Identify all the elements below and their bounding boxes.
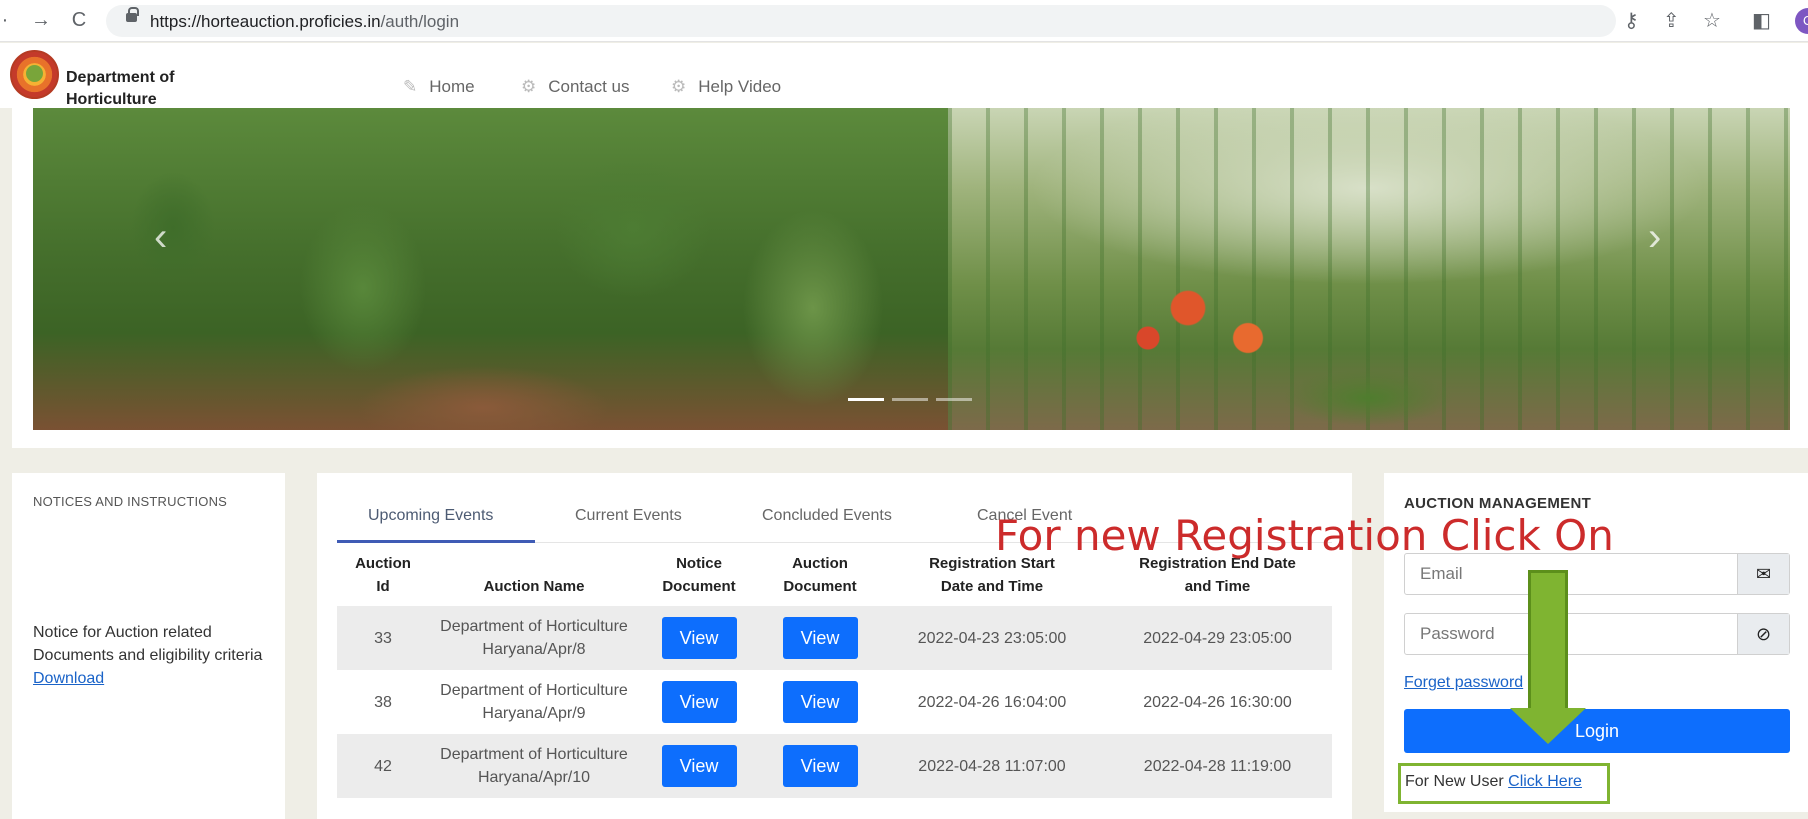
download-link[interactable]: Download	[33, 670, 104, 687]
login-button[interactable]: Login	[1404, 709, 1790, 753]
carousel-slide-image	[948, 108, 1790, 430]
lock-icon	[126, 7, 139, 22]
star-icon[interactable]: ☆	[1703, 8, 1721, 33]
registration-end: 2022-04-29 23:05:00	[1103, 606, 1332, 670]
site-header: Department of Horticulture ✎ Home ⚙ Cont…	[0, 43, 1808, 108]
registration-start: 2022-04-26 16:04:00	[917, 693, 1067, 711]
profile-avatar[interactable]: O	[1795, 8, 1808, 34]
gear-icon: ⚙	[671, 77, 687, 96]
nav-help-video[interactable]: ⚙ Help Video	[671, 77, 781, 97]
table-row: 33 Department of Horticulture Haryana/Apr…	[337, 606, 1332, 670]
carousel-slide-image	[33, 108, 948, 430]
tab-concluded-events[interactable]: Concluded Events	[762, 507, 892, 525]
column-header: Auction Document	[783, 555, 857, 595]
nav-home[interactable]: ✎ Home	[403, 77, 475, 97]
registration-end: 2022-04-26 16:30:00	[1143, 693, 1292, 711]
annotation-arrow-icon	[1528, 570, 1568, 710]
password-input-group: ⊘	[1404, 613, 1790, 655]
tab-current-events[interactable]: Current Events	[575, 507, 682, 525]
auction-id: 38	[374, 693, 392, 711]
department-logo[interactable]	[10, 50, 59, 99]
carousel-next-icon[interactable]: ›	[1648, 215, 1661, 260]
brand-name[interactable]: Department of Horticulture	[66, 67, 174, 111]
view-notice-button[interactable]: View	[661, 745, 737, 787]
url-text: https://horteauction.proficies.in/auth/l…	[150, 12, 460, 31]
forget-password-link[interactable]: Forget password	[1404, 674, 1523, 692]
carousel-indicator[interactable]	[936, 398, 972, 401]
sidepanel-icon[interactable]: ◧	[1752, 8, 1771, 33]
gear-icon: ⚙	[521, 77, 537, 96]
carousel-indicator[interactable]	[848, 398, 884, 401]
events-table: Auction Id Auction Name Notice Document Au…	[337, 546, 1332, 798]
view-notice-button[interactable]: View	[661, 681, 737, 723]
auction-name: Department of Horticulture Haryana/Apr/8	[429, 606, 639, 670]
nav-contact-us[interactable]: ⚙ Contact us	[521, 77, 630, 97]
email-input[interactable]	[1405, 554, 1739, 594]
auction-id: 33	[337, 606, 429, 670]
browser-toolbar: · → C https://horteauction.proficies.in/…	[0, 0, 1808, 42]
tab-upcoming-events[interactable]: Upcoming Events	[368, 507, 493, 525]
edit-icon: ✎	[403, 77, 418, 96]
column-header: Auction Id	[355, 555, 411, 595]
column-header: Auction Name	[483, 578, 585, 595]
key-icon[interactable]: ⚷	[1624, 8, 1639, 33]
reload-icon[interactable]: C	[68, 8, 90, 32]
eye-slash-icon[interactable]: ⊘	[1737, 614, 1789, 654]
carousel-indicator[interactable]	[892, 398, 928, 401]
notices-title: NOTICES AND INSTRUCTIONS	[33, 494, 228, 509]
share-icon[interactable]: ⇪	[1663, 8, 1680, 33]
registration-end: 2022-04-28 11:19:00	[1103, 734, 1332, 798]
table-row: 38 Department of Horticulture Haryana/Apr…	[337, 670, 1332, 734]
forward-icon[interactable]: →	[30, 8, 52, 32]
register-click-here-link[interactable]: Click Here	[1508, 773, 1582, 790]
notices-card: NOTICES AND INSTRUCTIONS Notice for Auct…	[12, 473, 285, 819]
view-auction-button[interactable]: View	[782, 617, 858, 659]
registration-start: 2022-04-28 11:07:00	[881, 734, 1103, 798]
registration-start: 2022-04-23 23:05:00	[881, 606, 1103, 670]
table-row: 42 Department of Horticulture Haryana/Apr…	[337, 734, 1332, 798]
new-user-box: For New User Click Here	[1398, 763, 1610, 804]
carousel-prev-icon[interactable]: ‹	[154, 215, 167, 260]
auction-name: Department of Horticulture Haryana/Apr/9	[440, 682, 628, 722]
auction-management-title: AUCTION MANAGEMENT	[1404, 495, 1592, 512]
back-icon[interactable]: ·	[0, 8, 16, 32]
address-bar[interactable]: https://horteauction.proficies.in/auth/l…	[106, 5, 1616, 37]
view-notice-button[interactable]: View	[661, 617, 737, 659]
auction-name: Department of Horticulture Haryana/Apr/10	[429, 734, 639, 798]
envelope-icon: ✉	[1737, 554, 1789, 594]
notice-item: Notice for Auction related Documents and…	[33, 624, 263, 687]
password-input[interactable]	[1405, 614, 1739, 654]
view-auction-button[interactable]: View	[782, 745, 858, 787]
active-tab-indicator	[337, 540, 535, 543]
view-auction-button[interactable]: View	[782, 681, 858, 723]
column-header: Notice Document	[662, 555, 736, 595]
annotation-arrow-head-icon	[1510, 708, 1586, 744]
registration-annotation: For new Registration Click On	[995, 511, 1614, 560]
auction-id: 42	[337, 734, 429, 798]
